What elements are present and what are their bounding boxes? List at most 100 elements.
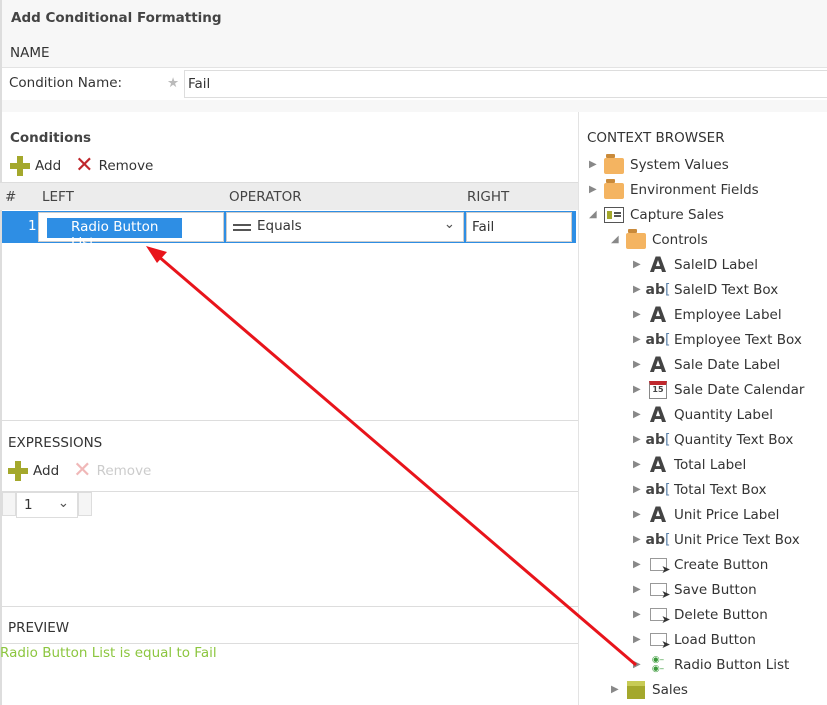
tree-item-label: Unit Price Label <box>674 506 780 523</box>
tree-item-employee-label[interactable]: ▶ A Employee Label <box>633 302 782 327</box>
collapse-arrow-icon[interactable]: ◢ <box>611 234 625 245</box>
add-label: Add <box>33 463 60 479</box>
add-expression-button[interactable]: Add <box>8 461 59 481</box>
expand-arrow-icon[interactable]: ▶ <box>633 384 647 395</box>
label-icon: A <box>649 252 667 277</box>
tree-item-total-text-box[interactable]: ▶ ab[Total Text Box <box>633 477 767 502</box>
tree-item-unit-price-label[interactable]: ▶ A Unit Price Label <box>633 502 779 527</box>
tree-item-employee-text-box[interactable]: ▶ ab[Employee Text Box <box>633 327 802 352</box>
tree-item-sale-date-calendar[interactable]: ▶ 15 Sale Date Calendar <box>633 377 804 402</box>
conditions-header: Conditions <box>10 130 92 146</box>
expand-arrow-icon[interactable]: ▶ <box>633 634 647 645</box>
remove-condition-button[interactable]: ✕ Remove <box>75 153 154 178</box>
dialog-title: Add Conditional Formatting <box>11 10 222 26</box>
tree-item-create-button[interactable]: ▶ ➤ Create Button <box>633 552 768 577</box>
tree-item-radio-button-list[interactable]: ▶ ◉– ◉– Radio Button List <box>633 652 789 677</box>
context-browser: CONTEXT BROWSER ▶ System Values ▶ Environme… <box>578 112 827 705</box>
expand-arrow-icon[interactable]: ▶ <box>633 659 647 670</box>
textbox-icon: ab[ <box>645 431 671 448</box>
tree-item-unit-price-text-box[interactable]: ▶ ab[Unit Price Text Box <box>633 527 800 552</box>
button-icon: ➤ <box>647 605 671 626</box>
tree-item-quantity-label[interactable]: ▶ A Quantity Label <box>633 402 773 427</box>
textbox-icon: ab[ <box>645 331 671 348</box>
expand-arrow-icon[interactable]: ▶ <box>633 409 647 420</box>
tree-item-label: Quantity Label <box>674 406 774 423</box>
tree-item-label: Create Button <box>674 556 769 573</box>
row-number: 1 <box>28 218 37 234</box>
right-operand-input[interactable]: Fail <box>466 212 572 242</box>
conditions-grid-header: # LEFT OPERATOR RIGHT <box>0 182 578 210</box>
preview-text: Radio Button List is equal to Fail <box>0 645 217 661</box>
col-num: # <box>5 189 17 205</box>
tree-item-sales[interactable]: ▶ Sales <box>611 677 688 702</box>
conditions-toolbar: Add ✕ Remove <box>10 153 154 178</box>
expand-arrow-icon[interactable]: ▶ <box>611 684 625 695</box>
col-operator: OPERATOR <box>229 189 302 205</box>
folder-icon <box>603 154 625 175</box>
tree-item-label: Controls <box>652 231 708 248</box>
condition-row[interactable]: 1 Radio Button List Equals ⌄ Fail <box>2 211 576 251</box>
remove-x-icon: ✕ <box>73 458 92 483</box>
condition-name-label: Condition Name: <box>9 75 123 91</box>
tree-item-controls[interactable]: ◢ Controls <box>611 227 708 252</box>
expression-select[interactable]: 1 ⌄ <box>16 492 78 518</box>
button-icon: ➤ <box>647 630 671 651</box>
tree-item-label: Sale Date Calendar <box>674 381 805 398</box>
remove-label: Remove <box>96 463 152 479</box>
tree-item-sale-date-label[interactable]: ▶ A Sale Date Label <box>633 352 780 377</box>
button-icon: ➤ <box>647 580 671 601</box>
tree-item-total-label[interactable]: ▶ A Total Label <box>633 452 746 477</box>
equals-icon <box>233 224 251 231</box>
condition-name-input[interactable]: Fail <box>184 70 827 98</box>
tree-item-label: SaleID Label <box>674 256 758 273</box>
add-condition-button[interactable]: Add <box>10 156 61 176</box>
tree-item-quantity-text-box[interactable]: ▶ ab[Quantity Text Box <box>633 427 793 452</box>
textbox-icon: ab[ <box>645 281 671 298</box>
chevron-down-icon: ⌄ <box>57 495 69 511</box>
expand-arrow-icon[interactable]: ▶ <box>633 609 647 620</box>
tree-item-saleid-label[interactable]: ▶ A SaleID Label <box>633 252 758 277</box>
operator-select[interactable]: Equals ⌄ <box>226 212 464 242</box>
button-icon: ➤ <box>647 555 671 576</box>
tree-item-label: Delete Button <box>674 606 768 623</box>
context-browser-header: CONTEXT BROWSER <box>587 130 725 146</box>
expand-arrow-icon[interactable]: ▶ <box>633 559 647 570</box>
radio-icon: ◉– ◉– <box>651 654 665 674</box>
tree-item-save-button[interactable]: ▶ ➤ Save Button <box>633 577 757 602</box>
tree-item-delete-button[interactable]: ▶ ➤ Delete Button <box>633 602 768 627</box>
label-icon: A <box>649 302 667 327</box>
expand-arrow-icon[interactable]: ▶ <box>589 159 603 170</box>
expand-arrow-icon[interactable]: ▶ <box>633 309 647 320</box>
add-label: Add <box>35 158 62 174</box>
tree-item-label: Load Button <box>674 631 756 648</box>
label-icon: A <box>649 352 667 377</box>
tree-item-label: Sale Date Label <box>674 356 781 373</box>
remove-expression-button[interactable]: ✕ Remove <box>73 458 152 483</box>
label-icon: A <box>649 452 667 477</box>
expand-arrow-icon[interactable]: ▶ <box>589 184 603 195</box>
tree-item-capture-sales[interactable]: ◢ Capture Sales <box>589 202 724 227</box>
folder-icon <box>603 179 625 200</box>
name-section-header: NAME <box>10 45 50 61</box>
expand-arrow-icon[interactable]: ▶ <box>633 459 647 470</box>
left-operand-field[interactable]: Radio Button List <box>38 212 224 251</box>
required-star-icon: ★ <box>167 75 180 91</box>
plus-icon <box>10 156 30 176</box>
folder-icon <box>625 229 647 250</box>
collapse-arrow-icon[interactable]: ◢ <box>589 209 603 220</box>
expressions-header: EXPRESSIONS <box>8 435 103 451</box>
expressions-section: EXPRESSIONS Add ✕ Remove <box>0 420 578 491</box>
tree-item-load-button[interactable]: ▶ ➤ Load Button <box>633 627 756 652</box>
tree-item-system-values[interactable]: ▶ System Values <box>589 152 729 177</box>
expand-arrow-icon[interactable]: ▶ <box>633 509 647 520</box>
expand-arrow-icon[interactable]: ▶ <box>633 584 647 595</box>
remove-x-icon: ✕ <box>75 153 94 178</box>
preview-header: PREVIEW <box>8 620 70 636</box>
tree-item-saleid-text-box[interactable]: ▶ ab[SaleID Text Box <box>633 277 778 302</box>
expand-arrow-icon[interactable]: ▶ <box>633 359 647 370</box>
expand-arrow-icon[interactable]: ▶ <box>633 259 647 270</box>
tree-item-label: Total Text Box <box>674 481 767 498</box>
remove-label: Remove <box>98 158 154 174</box>
tree-item-label: Employee Text Box <box>674 331 802 348</box>
tree-item-environment-fields[interactable]: ▶ Environment Fields <box>589 177 759 202</box>
